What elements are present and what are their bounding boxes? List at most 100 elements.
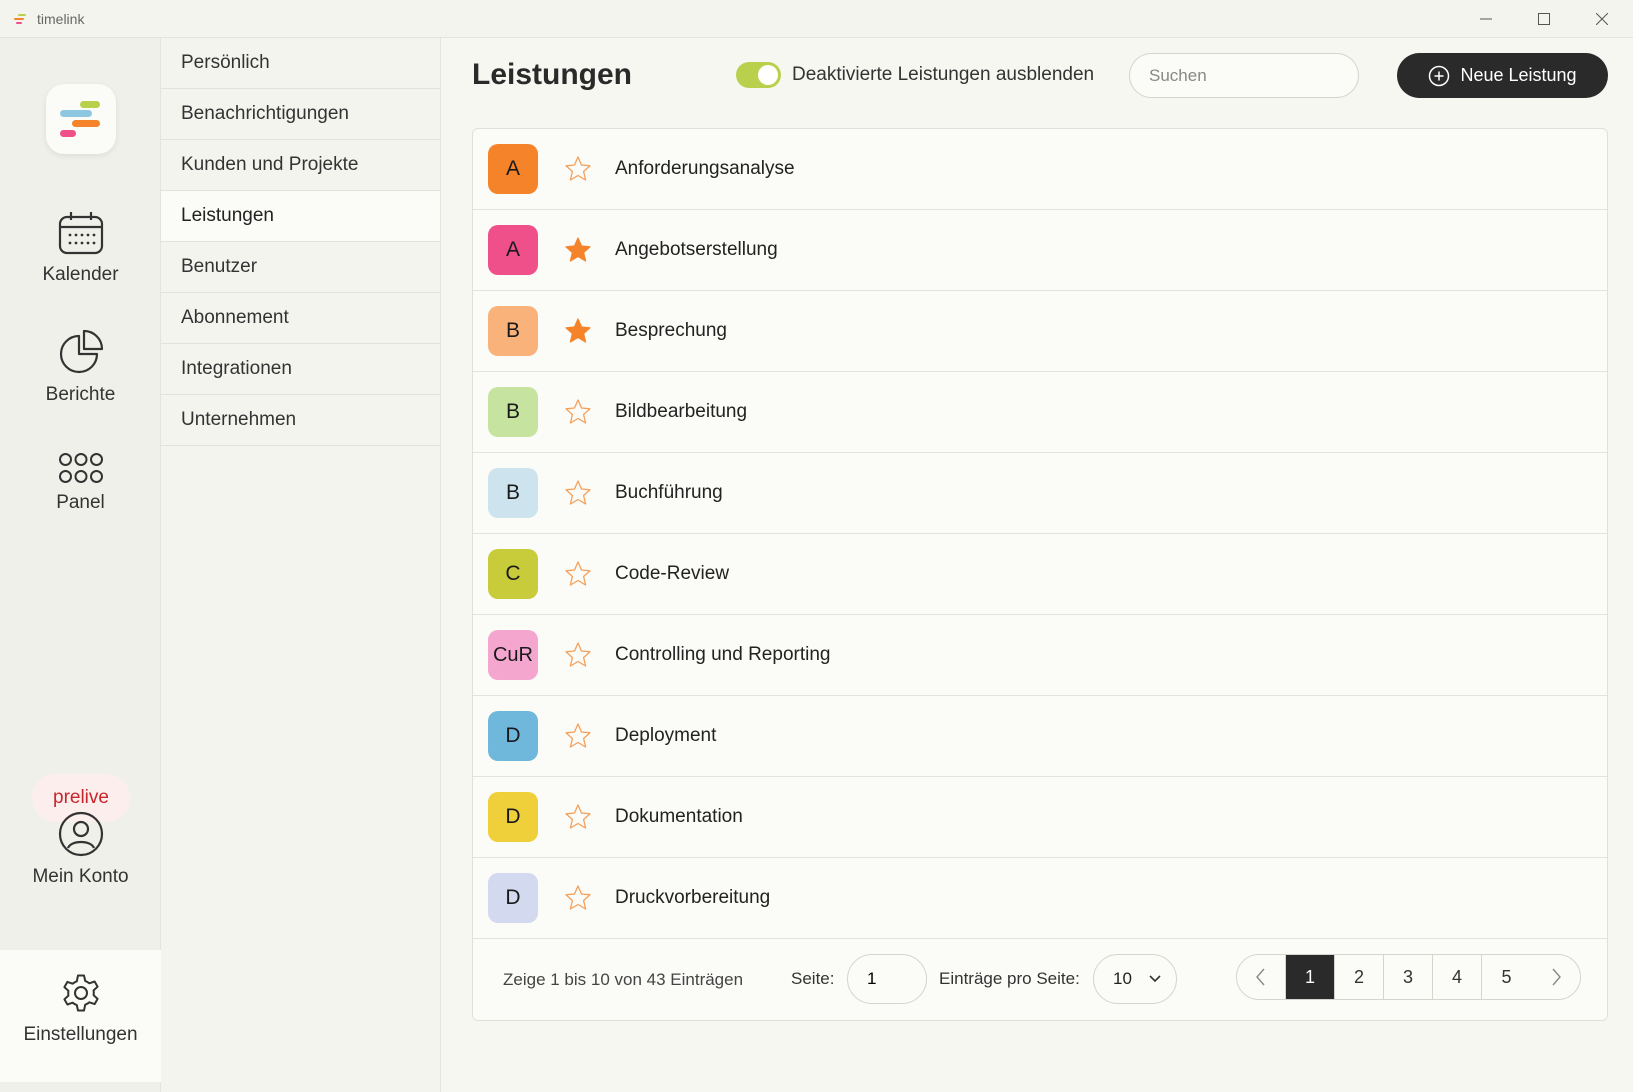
subnav-item-abonnement[interactable]: Abonnement [161, 293, 440, 344]
page-button[interactable]: 3 [1384, 955, 1433, 999]
minimize-icon [1480, 18, 1492, 20]
chevron-right-icon [1551, 968, 1561, 986]
hide-deactivated-toggle[interactable] [736, 62, 781, 88]
service-initials-badge: C [488, 549, 538, 599]
main-content: Leistungen Deaktivierte Leistungen ausbl… [441, 38, 1633, 1092]
close-button[interactable] [1573, 0, 1631, 38]
service-name: Buchführung [615, 482, 723, 503]
subnav-item-unternehmen[interactable]: Unternehmen [161, 395, 440, 446]
nav-kalender-label: Kalender [42, 264, 119, 285]
subnav-item-integrationen[interactable]: Integrationen [161, 344, 440, 395]
next-page-button[interactable] [1531, 955, 1580, 999]
table-row[interactable]: B Bildbearbeitung [473, 372, 1607, 453]
table-row[interactable]: C Code-Review [473, 534, 1607, 615]
table-row[interactable]: D Druckvorbereitung [473, 858, 1607, 939]
toggle-knob [758, 65, 778, 85]
main-nav-rail: Kalender Berichte Panel prelive Mein Kon… [0, 38, 161, 1092]
prev-page-button[interactable] [1237, 955, 1286, 999]
per-page-label: Einträge pro Seite: [939, 969, 1080, 988]
service-initials-badge: A [488, 225, 538, 275]
per-page-select[interactable]: 10 [1093, 954, 1177, 1004]
favorite-star-filled-icon[interactable] [563, 316, 593, 346]
nav-panel-label: Panel [56, 492, 105, 513]
favorite-star-icon[interactable] [563, 154, 593, 184]
table-row[interactable]: A Angebotserstellung [473, 210, 1607, 291]
table-row[interactable]: B Besprechung [473, 291, 1607, 372]
page-button[interactable]: 4 [1433, 955, 1482, 999]
app-logo-icon [14, 13, 28, 25]
plus-circle-icon [1429, 65, 1450, 86]
title-bar: timelink [0, 0, 1633, 38]
gear-icon [62, 974, 99, 1012]
service-name: Besprechung [615, 320, 727, 341]
chevron-down-icon [1149, 975, 1161, 983]
nav-einstellungen-label: Einstellungen [23, 1024, 138, 1045]
table-row[interactable]: A Anforderungsanalyse [473, 129, 1607, 210]
service-initials-badge: D [488, 792, 538, 842]
nav-berichte-label: Berichte [45, 384, 116, 405]
favorite-star-icon[interactable] [563, 802, 593, 832]
nav-panel[interactable]: Panel [0, 452, 161, 514]
service-initials-badge: D [488, 711, 538, 761]
maximize-icon [1538, 13, 1550, 25]
table-row[interactable]: B Buchführung [473, 453, 1607, 534]
service-initials-badge: CuR [488, 630, 538, 680]
nav-einstellungen-item[interactable]: Einstellungen [0, 970, 161, 1046]
page-number-input[interactable] [847, 954, 927, 1004]
hide-deactivated-label: Deaktivierte Leistungen ausblenden [792, 64, 1095, 85]
service-initials-badge: A [488, 144, 538, 194]
minimize-button[interactable] [1457, 0, 1515, 38]
table-row[interactable]: D Deployment [473, 696, 1607, 777]
calendar-icon [58, 212, 103, 255]
subnav-item-kunden-und-projekte[interactable]: Kunden und Projekte [161, 140, 440, 191]
window-title: timelink [37, 10, 85, 27]
new-service-label: Neue Leistung [1460, 65, 1577, 85]
favorite-star-icon[interactable] [563, 883, 593, 913]
favorite-star-icon[interactable] [563, 640, 593, 670]
table-row[interactable]: CuR Controlling und Reporting [473, 615, 1607, 696]
page-button[interactable]: 2 [1335, 955, 1384, 999]
service-initials-badge: B [488, 306, 538, 356]
subnav-item-benachrichtigungen[interactable]: Benachrichtigungen [161, 89, 440, 140]
search-input[interactable] [1129, 53, 1359, 98]
user-circle-icon [58, 811, 103, 857]
service-name: Controlling und Reporting [615, 644, 831, 665]
table-row[interactable]: D Dokumentation [473, 777, 1607, 858]
nav-kalender[interactable]: Kalender [0, 210, 161, 286]
new-service-button[interactable]: Neue Leistung [1397, 53, 1608, 98]
per-page-value: 10 [1113, 969, 1132, 988]
entries-info: Zeige 1 bis 10 von 43 Einträgen [503, 970, 744, 989]
service-initials-badge: B [488, 387, 538, 437]
nav-einstellungen[interactable]: Einstellungen [0, 950, 161, 1082]
service-initials-badge: B [488, 468, 538, 518]
favorite-star-icon[interactable] [563, 559, 593, 589]
page-title: Leistungen [472, 58, 633, 91]
page-button[interactable]: 1 [1286, 955, 1335, 999]
services-list: A Anforderungsanalyse A Angebotserstellung B… [472, 128, 1608, 1021]
page-button[interactable]: 5 [1482, 955, 1531, 999]
grid-dots-icon [58, 453, 103, 483]
favorite-star-icon[interactable] [563, 478, 593, 508]
nav-berichte[interactable]: Berichte [0, 328, 161, 406]
favorite-star-filled-icon[interactable] [563, 235, 593, 265]
maximize-button[interactable] [1515, 0, 1573, 38]
service-initials-badge: D [488, 873, 538, 923]
subnav-item-benutzer[interactable]: Benutzer [161, 242, 440, 293]
nav-mein-konto-label: Mein Konto [32, 866, 129, 887]
pie-chart-icon [59, 329, 103, 374]
page-label: Seite: [791, 969, 835, 988]
service-name: Angebotserstellung [615, 239, 778, 260]
favorite-star-icon[interactable] [563, 721, 593, 751]
service-name: Code-Review [615, 563, 730, 584]
chevron-left-icon [1256, 968, 1265, 986]
subnav-item-leistungen[interactable]: Leistungen [161, 191, 440, 242]
app-logo [46, 84, 116, 154]
subnav-item-persoenlich[interactable]: Persönlich [161, 38, 440, 89]
nav-mein-konto[interactable]: Mein Konto [0, 810, 161, 888]
list-footer: Zeige 1 bis 10 von 43 Einträgen Seite: E… [473, 939, 1607, 1020]
pagination: 12345 [1236, 954, 1581, 1000]
service-name: Dokumentation [615, 806, 743, 827]
favorite-star-icon[interactable] [563, 397, 593, 427]
close-icon [1596, 13, 1608, 25]
service-name: Bildbearbeitung [615, 401, 748, 422]
